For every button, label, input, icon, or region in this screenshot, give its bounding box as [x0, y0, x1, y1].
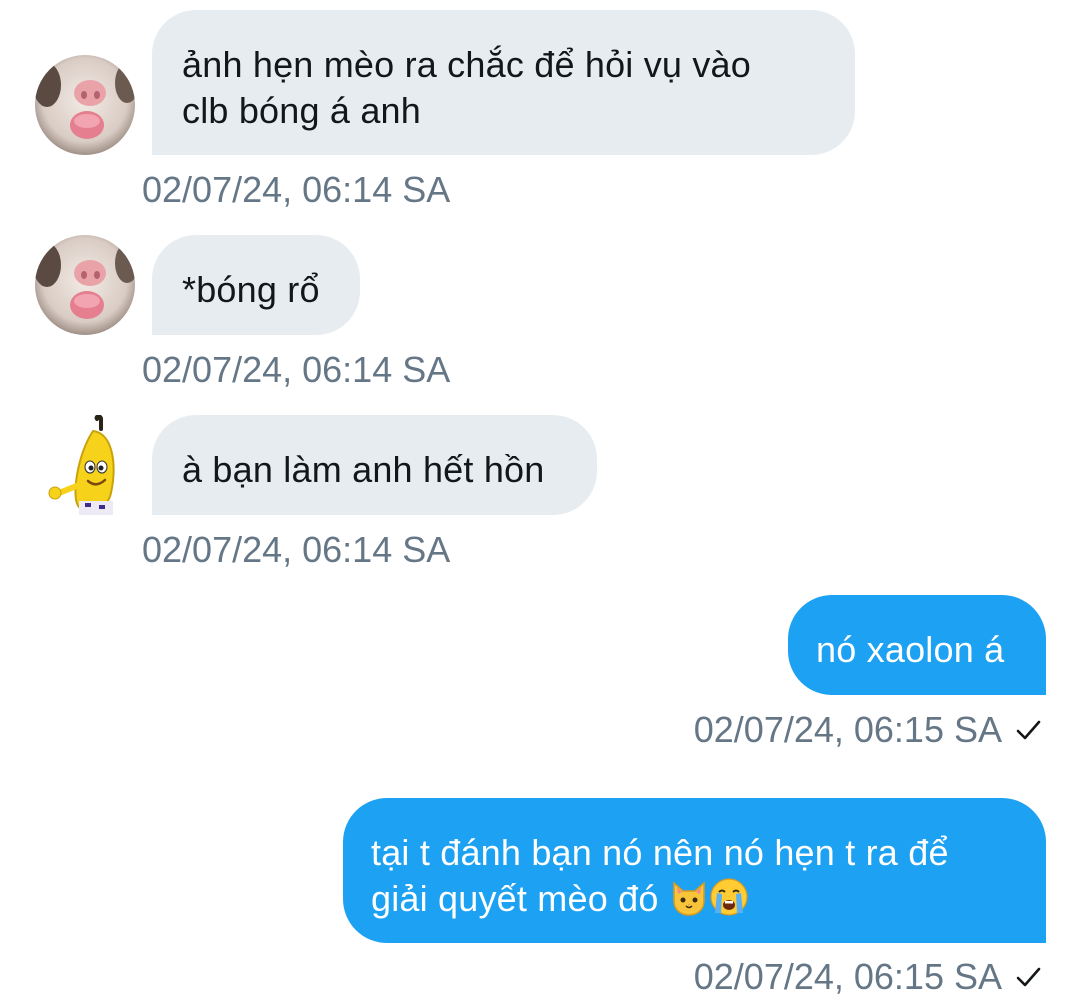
checkmark-icon	[1016, 720, 1041, 740]
message-timestamp: 02/07/24, 06:15 SA	[693, 956, 1002, 997]
message-text: *bóng rổ	[182, 269, 320, 310]
incoming-message-bubble[interactable]: ảnh hẹn mèo ra chắc để hỏi vụ vào clb bó…	[152, 10, 855, 155]
message-text: ảnh hẹn mèo ra chắc để hỏi vụ vào clb bó…	[182, 44, 751, 131]
checkmark-icon	[1016, 967, 1041, 987]
message-timestamp: 02/07/24, 06:15 SA	[693, 709, 1002, 750]
message-text: à bạn làm anh hết hồn	[182, 449, 545, 490]
message-timestamp-row: 02/07/24, 06:15 SA	[694, 955, 1042, 999]
message-timestamp: 02/07/24, 06:14 SA	[142, 169, 451, 210]
banana-avatar[interactable]	[35, 415, 135, 515]
message-text: nó xaolon á	[816, 629, 1005, 670]
cat-face-icon	[673, 881, 705, 916]
incoming-message-bubble[interactable]: *bóng rổ	[152, 235, 360, 335]
message-timestamp-row: 02/07/24, 06:15 SA	[694, 708, 1042, 752]
crying-face-icon	[710, 878, 748, 916]
hamster-avatar[interactable]	[35, 235, 135, 335]
outgoing-message-bubble[interactable]: tại t đánh bạn nó nên nó hẹn t ra để giả…	[343, 798, 1046, 943]
incoming-message-bubble[interactable]: à bạn làm anh hết hồn	[152, 415, 597, 515]
hamster-avatar[interactable]	[35, 55, 135, 155]
outgoing-message-bubble[interactable]: nó xaolon á	[788, 595, 1046, 695]
message-timestamp: 02/07/24, 06:14 SA	[142, 349, 451, 390]
message-timestamp: 02/07/24, 06:14 SA	[142, 529, 451, 570]
